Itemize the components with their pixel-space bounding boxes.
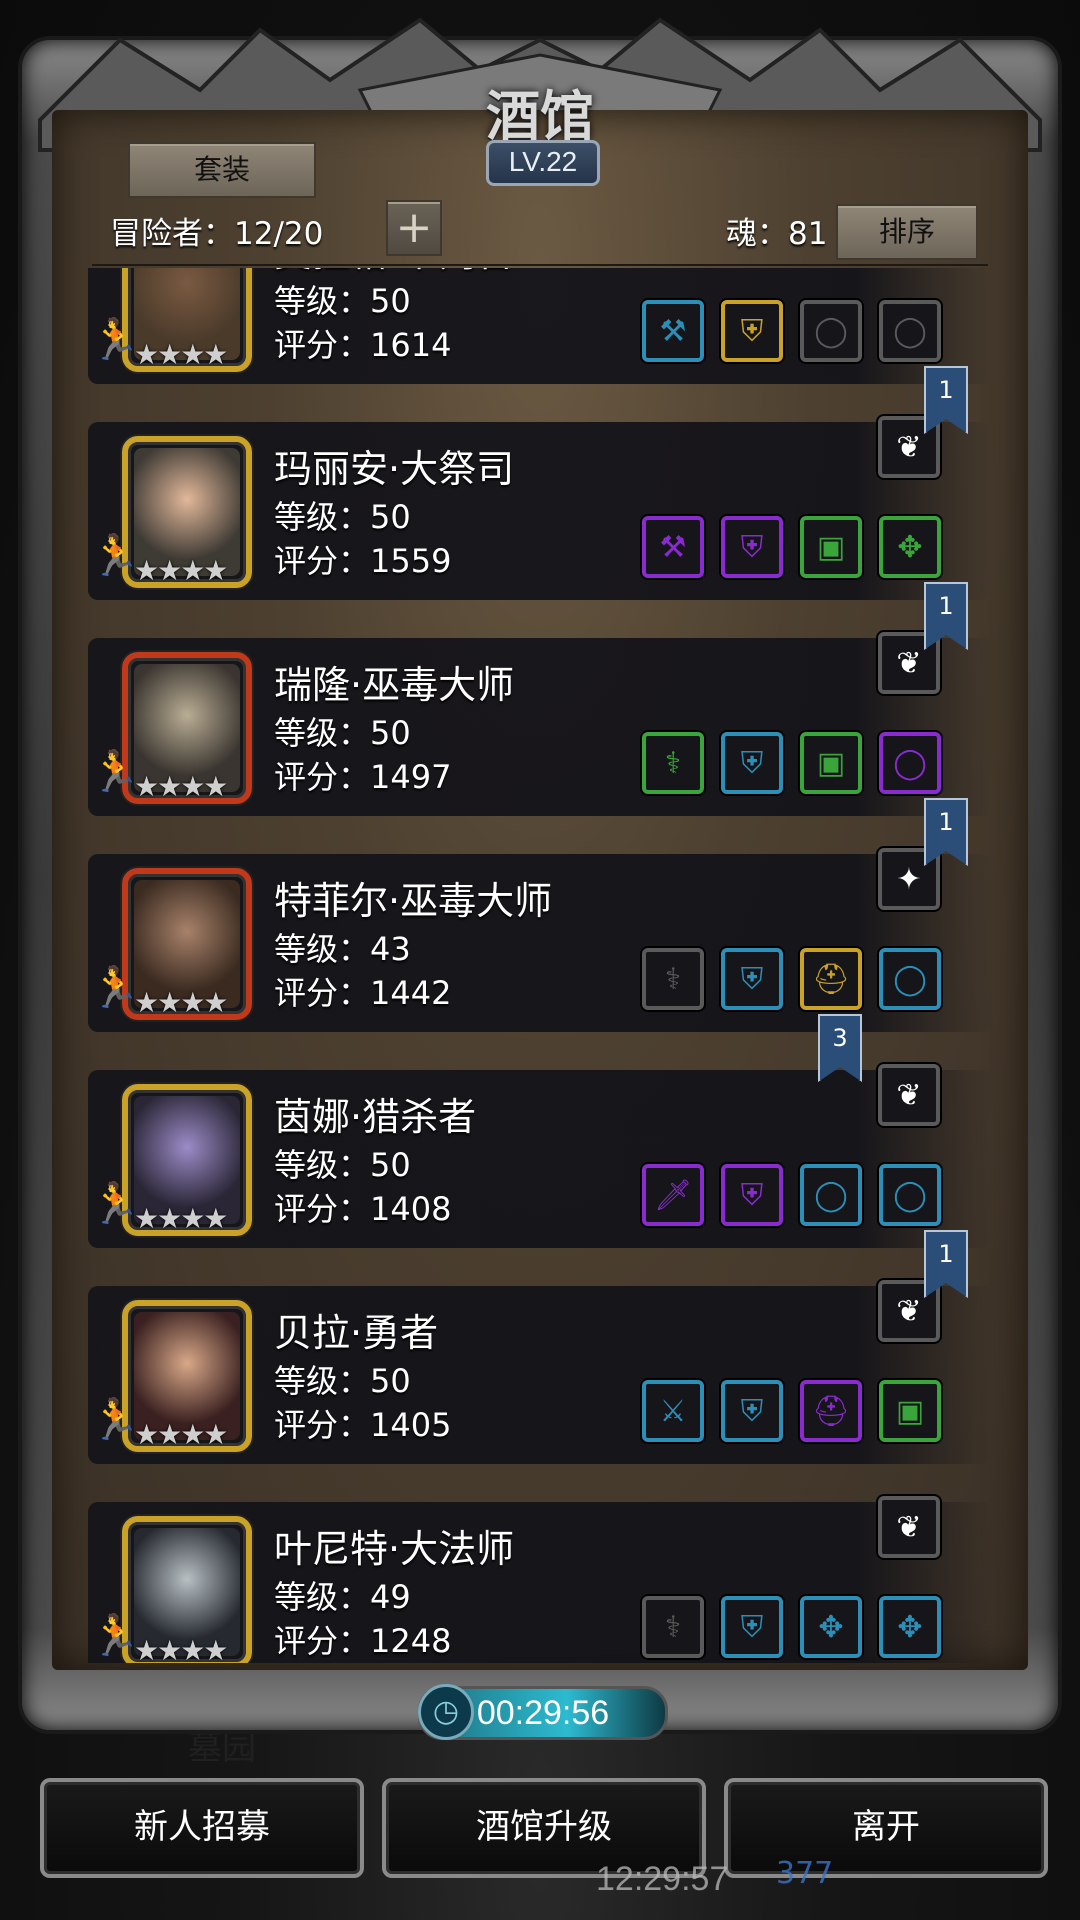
ring-icon[interactable]: ◯ (879, 732, 941, 794)
armor-icon[interactable]: ⛨ (721, 300, 783, 362)
dagger-icon[interactable]: 🗡 (642, 1164, 704, 1226)
hero-stars: ★★★★ (134, 986, 228, 1019)
hero-card[interactable]: ★★★★ 🏃 玛丽安·大祭司 等级：50 评分：1559 ❦ ⚒ ⛨ ▣ ✥ (88, 416, 992, 600)
runner-icon: 🏃 (90, 1181, 140, 1227)
staff-icon[interactable]: ⚕ (642, 732, 704, 794)
chest-icon[interactable]: ▣ (800, 516, 862, 578)
hero-level: 等级：50 (274, 714, 411, 752)
ring-icon[interactable]: ◯ (879, 948, 941, 1010)
hammer-icon[interactable]: ⚒ (642, 516, 704, 578)
runner-icon: 🏃 (90, 533, 140, 579)
feather-icon[interactable]: ❦ (878, 1496, 940, 1558)
hero-score: 评分：1405 (274, 1406, 452, 1444)
helmet-icon[interactable]: ⛑ (800, 948, 862, 1010)
level-badge: LV.22 (486, 140, 600, 186)
hero-card[interactable]: ★★★★ 🏃 茵娜·猎杀者等级：50 评分：1408 ❦ 🗡 ⛨ ◯ ◯ (88, 1064, 992, 1248)
hero-score: 评分：1248 (274, 1622, 452, 1660)
hero-stars: ★★★★ (134, 1418, 228, 1451)
soul-count: 魂：81 (726, 216, 828, 252)
amulet-icon[interactable]: ✥ (879, 1596, 941, 1658)
hero-level: 等级：49 (274, 1578, 411, 1616)
runner-icon: 🏃 (90, 749, 140, 795)
hero-card[interactable]: ★★★★🏃奥拉格·审判官等级：50评分：1614❦⚒⛨◯◯ (88, 268, 992, 384)
hero-name: 玛丽安·大祭司 (274, 447, 515, 491)
helmet-icon[interactable]: ⛑ (800, 1380, 862, 1442)
hero-score: 评分：1614 (274, 326, 452, 364)
adventurer-count: 冒险者：12/20 (110, 216, 324, 252)
hero-name: 茵娜·猎杀者 (274, 1095, 477, 1139)
clock-icon: ◷ (418, 1684, 474, 1740)
hero-stars: ★★★★ (134, 1634, 228, 1663)
axe-icon[interactable]: ⚔ (642, 1380, 704, 1442)
ring-icon[interactable]: ◯ (800, 1164, 862, 1226)
hero-level: 等级：50 (274, 1362, 411, 1400)
hero-card[interactable]: ★★★★ 🏃 贝拉·勇者 等级：50 评分：1405 ❦ ⚔ ⛨ ⛑ ▣ (88, 1280, 992, 1464)
chest-icon[interactable]: ▣ (800, 732, 862, 794)
hero-level: 等级：43 (274, 930, 411, 968)
hero-stars: ★★★★ (134, 338, 228, 371)
hammer-icon[interactable]: ⚒ (642, 300, 704, 362)
hero-score: 评分：1408 (274, 1190, 452, 1228)
staff-icon[interactable]: ⚕ (642, 948, 704, 1010)
robe-icon[interactable]: ⛨ (721, 732, 783, 794)
hero-score: 评分：1559 (274, 542, 452, 580)
hero-name: 叶尼特·大法师 (274, 1527, 515, 1571)
hero-card[interactable]: ★★★★ 🏃 叶尼特·大法师等级：49 评分：1248 ❦ ⚕ ⛨ ✥ ✥ (88, 1496, 992, 1663)
armor-icon[interactable]: ⛨ (721, 948, 783, 1010)
hero-stars: ★★★★ (134, 1202, 228, 1235)
staff-icon[interactable]: ⚕ (642, 1596, 704, 1658)
armor-icon[interactable]: ⛨ (721, 516, 783, 578)
hero-level: 等级：50 (274, 498, 411, 536)
hero-list[interactable]: ★★★★🏃奥拉格·审判官等级：50评分：1614❦⚒⛨◯◯★★★★🏃玛丽安·大祭… (52, 268, 1028, 1663)
ring-icon[interactable]: ◯ (879, 300, 941, 362)
amulet-icon[interactable]: ✥ (800, 1596, 862, 1658)
hero-stars: ★★★★ (134, 770, 228, 803)
leave-button[interactable]: 离开 (724, 1778, 1048, 1878)
chest-icon[interactable]: ▣ (879, 1380, 941, 1442)
runner-icon: 🏃 (90, 965, 140, 1011)
amulet-icon[interactable]: ✥ (879, 516, 941, 578)
background-clock: 12:29:57 (596, 1860, 729, 1898)
armor-icon[interactable]: ⛨ (721, 1596, 783, 1658)
ring-icon[interactable]: ◯ (800, 300, 862, 362)
hero-level: 等级：50 (274, 1146, 411, 1184)
add-slot-button[interactable]: + (386, 200, 442, 256)
runner-icon: 🏃 (90, 317, 140, 363)
runner-icon: 🏃 (90, 1613, 140, 1659)
hero-name: 贝拉·勇者 (274, 1311, 439, 1355)
hero-card[interactable]: ★★★★ 🏃 特菲尔·巫毒大师 等级：43 评分：1442 ✦ ⚕ ⛨ ⛑ ◯ (88, 848, 992, 1032)
ring-icon[interactable]: ◯ (879, 1164, 941, 1226)
divider (92, 264, 988, 266)
hero-score: 评分：1497 (274, 758, 452, 796)
background-count: 377 (776, 1856, 834, 1891)
hero-card[interactable]: ★★★★ 🏃 瑞隆·巫毒大师 等级：50 评分：1497 ❦ ⚕ ⛨ ▣ ◯ (88, 632, 992, 816)
hero-name: 瑞隆·巫毒大师 (274, 663, 515, 707)
recruit-button[interactable]: 新人招募 (40, 1778, 364, 1878)
feather-icon[interactable]: ❦ (878, 1064, 940, 1126)
hero-stars: ★★★★ (134, 554, 228, 587)
hero-name: 特菲尔·巫毒大师 (274, 879, 553, 923)
hero-score: 评分：1442 (274, 974, 452, 1012)
runner-icon: 🏃 (90, 1397, 140, 1443)
set-button[interactable]: 套装 (128, 142, 316, 198)
sort-button[interactable]: 排序 (836, 204, 978, 260)
armor-icon[interactable]: ⛨ (721, 1380, 783, 1442)
hero-level: 等级：50 (274, 282, 411, 320)
armor-icon[interactable]: ⛨ (721, 1164, 783, 1226)
